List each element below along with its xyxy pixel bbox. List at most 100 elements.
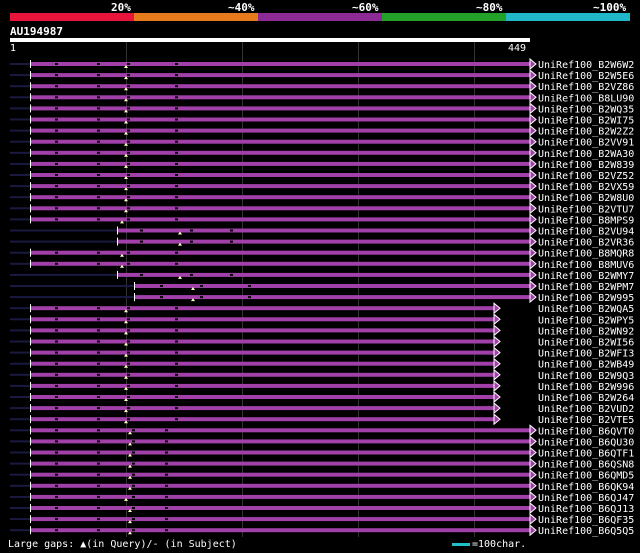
hit-bar — [30, 217, 530, 222]
hit-bar — [30, 450, 530, 455]
subject-gap — [175, 318, 178, 321]
hit-row[interactable]: UniRef100_B2WI56 — [10, 335, 634, 349]
hit-row[interactable]: UniRef100_B2VV91 — [10, 135, 634, 149]
hit-row[interactable]: UniRef100_B2W6W2 — [10, 57, 634, 71]
hit-row[interactable]: UniRef100_B6QSN8 — [10, 457, 634, 471]
subject-gap — [132, 529, 135, 532]
subject-gap — [175, 174, 178, 176]
subject-gap — [55, 529, 58, 532]
hit-row[interactable]: UniRef100_B6QU30 — [10, 435, 634, 448]
subject-gap — [55, 418, 58, 421]
hit-row[interactable]: UniRef100_B2VU94 — [10, 224, 634, 238]
subject-gap — [190, 229, 193, 232]
unaligned-region — [10, 262, 30, 265]
hit-start-tick — [30, 93, 31, 102]
hit-label: UniRef100_B2VZ86 — [538, 82, 634, 93]
hit-end-arrow — [529, 279, 537, 293]
subject-gap — [97, 129, 100, 132]
hit-row[interactable]: UniRef100_B2WQ35 — [10, 102, 634, 115]
subject-gap — [127, 362, 130, 365]
hit-bar — [30, 173, 530, 177]
hit-label: UniRef100_B2VX59 — [538, 182, 634, 193]
hit-row[interactable]: UniRef100_B2W2Z2 — [10, 124, 634, 138]
subject-gap — [127, 96, 130, 99]
subject-gap — [97, 251, 100, 254]
hit-row[interactable]: UniRef100_B6QF35 — [10, 513, 634, 526]
hit-row[interactable]: UniRef100_B2WQA5 — [10, 302, 634, 315]
subject-gap — [175, 151, 178, 154]
unaligned-region — [10, 240, 117, 243]
hit-row[interactable]: UniRef100_B6Q5Q5 — [10, 524, 634, 537]
subject-gap — [175, 418, 178, 421]
hit-row[interactable]: UniRef100_B2WI75 — [10, 113, 634, 127]
hit-start-tick — [30, 526, 31, 535]
subject-gap — [55, 351, 58, 354]
hit-row[interactable]: UniRef100_B2VR36 — [10, 235, 634, 249]
hit-end-arrow — [529, 268, 537, 281]
unaligned-region — [10, 185, 30, 188]
hit-row[interactable]: UniRef100_B8MUV6 — [10, 257, 634, 271]
hit-row[interactable]: UniRef100_B2VX59 — [10, 180, 634, 193]
hit-row[interactable]: UniRef100_B2W995 — [10, 291, 634, 304]
hit-row[interactable]: UniRef100_B6QTF1 — [10, 446, 634, 460]
subject-gap — [175, 96, 178, 99]
hit-row[interactable]: UniRef100_B8MPS9 — [10, 213, 634, 226]
hit-row[interactable]: UniRef100_B2VZ52 — [10, 168, 634, 182]
hit-row[interactable]: UniRef100_B2VUD2 — [10, 402, 634, 415]
hit-row[interactable]: UniRef100_B6QMD5 — [10, 468, 634, 482]
hit-bar — [30, 139, 530, 144]
subject-gap — [165, 440, 168, 443]
hit-label: UniRef100_B2VR36 — [538, 238, 634, 249]
hit-row[interactable]: UniRef100_B2VTE5 — [10, 413, 634, 426]
unaligned-region — [10, 129, 30, 132]
subject-gap — [97, 495, 100, 498]
unaligned-region — [10, 451, 30, 454]
hit-row[interactable]: UniRef100_B6QK94 — [10, 479, 634, 493]
subject-gap — [127, 307, 130, 310]
subject-gap — [97, 440, 100, 443]
subject-gap — [175, 262, 178, 265]
hit-row[interactable]: UniRef100_B2WA30 — [10, 146, 634, 160]
subject-gap — [55, 196, 58, 199]
hit-row[interactable]: UniRef100_B2WPM7 — [10, 279, 634, 293]
hit-row[interactable]: UniRef100_B8LU90 — [10, 91, 634, 104]
hit-row[interactable]: UniRef100_B2WB49 — [10, 357, 634, 371]
hit-row[interactable]: UniRef100_B2W839 — [10, 157, 634, 171]
hit-row[interactable]: UniRef100_B2WFI3 — [10, 346, 634, 360]
hit-label: UniRef100_B2W6W2 — [538, 60, 634, 71]
hit-row[interactable]: UniRef100_B2WPY5 — [10, 313, 634, 326]
hit-bar — [30, 195, 530, 200]
hit-row[interactable]: UniRef100_B2WN92 — [10, 324, 634, 337]
hit-row[interactable]: UniRef100_B2WMY7 — [10, 268, 634, 282]
subject-gap — [140, 229, 143, 232]
hit-end-arrow — [529, 524, 537, 537]
hit-bar — [30, 161, 530, 166]
subject-gap — [127, 140, 130, 143]
hit-row[interactable]: UniRef100_B2W996 — [10, 379, 634, 393]
hit-row[interactable]: UniRef100_B2W5E6 — [10, 69, 634, 82]
subject-gap — [160, 296, 163, 299]
subject-gap — [127, 207, 130, 210]
hit-label: UniRef100_B6QJ13 — [538, 504, 634, 515]
subject-gap — [55, 407, 58, 410]
hit-start-tick — [30, 215, 31, 224]
subject-gap — [55, 373, 58, 376]
hit-row[interactable]: UniRef100_B8MQR8 — [10, 246, 634, 260]
subject-gap — [175, 207, 178, 210]
hit-row[interactable]: UniRef100_B6QJ13 — [10, 501, 634, 515]
hit-end-arrow — [493, 379, 501, 392]
hit-row[interactable]: UniRef100_B2W264 — [10, 390, 634, 404]
hit-row[interactable]: UniRef100_B2W8U0 — [10, 191, 634, 204]
hit-label: UniRef100_B6QMD5 — [538, 471, 634, 482]
hit-start-tick — [30, 437, 31, 446]
unaligned-region — [10, 396, 30, 398]
hit-row[interactable]: UniRef100_B6QVT0 — [10, 424, 634, 437]
hit-row[interactable]: UniRef100_B6QJ47 — [10, 490, 634, 504]
hit-row[interactable]: UniRef100_B2W9Q3 — [10, 368, 634, 382]
subject-gap — [97, 507, 100, 509]
hit-row[interactable]: UniRef100_B2VZ86 — [10, 80, 634, 93]
hit-start-tick — [30, 326, 31, 335]
subject-gap — [127, 63, 130, 65]
unaligned-region — [10, 307, 30, 310]
hit-row[interactable]: UniRef100_B2VTU7 — [10, 202, 634, 215]
